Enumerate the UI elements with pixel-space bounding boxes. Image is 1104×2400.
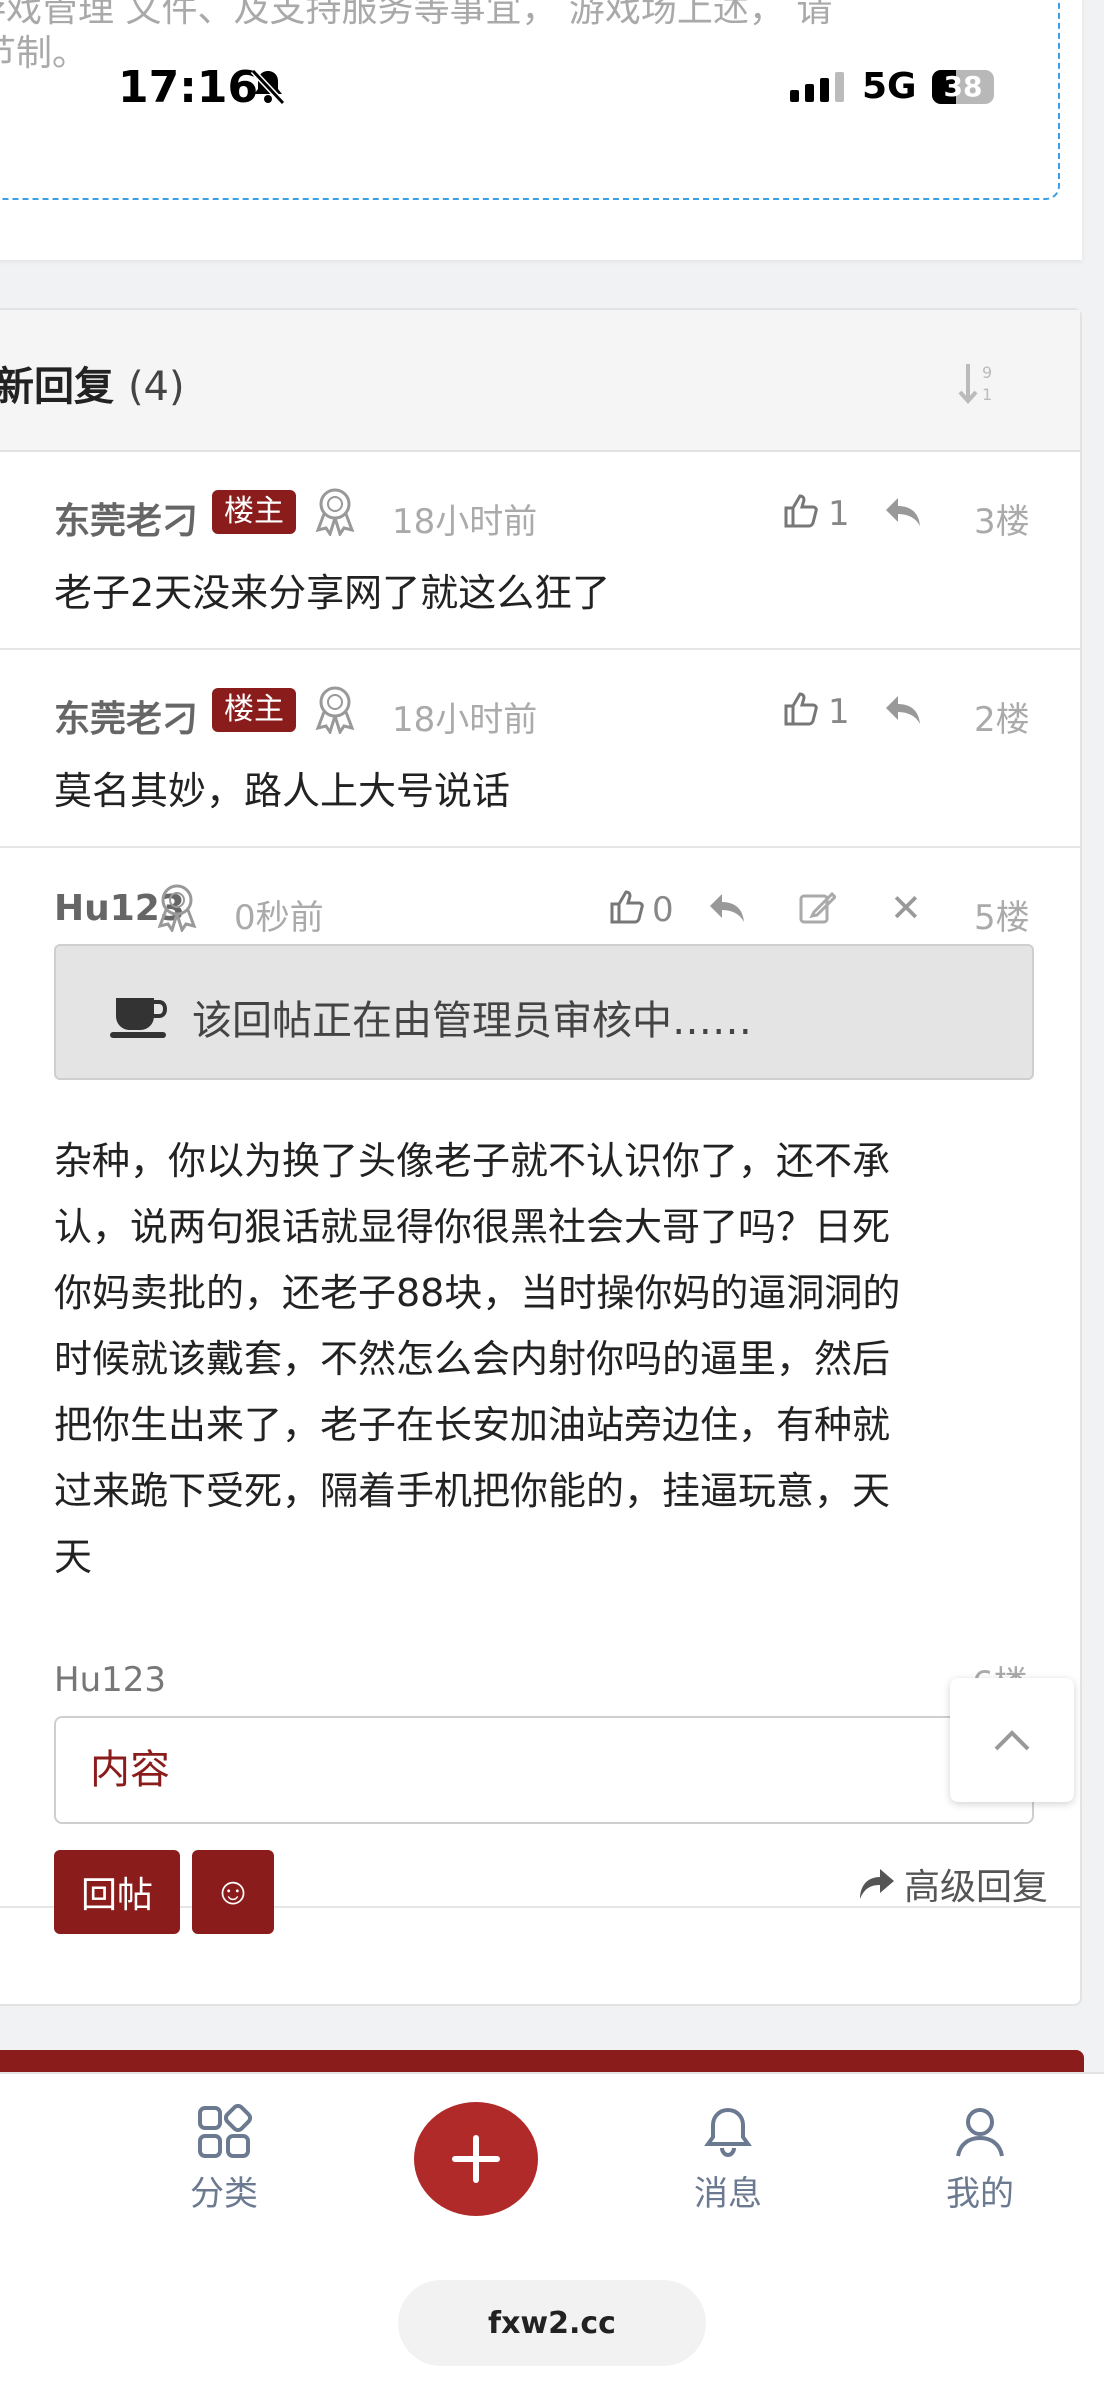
post-content: 莫名其妙，路人上大号说话 [54, 769, 511, 813]
submit-reply-button[interactable]: 回帖 [54, 1850, 180, 1934]
svg-text:9: 9 [982, 363, 992, 382]
medal-icon [157, 884, 197, 932]
bell-off-icon [250, 68, 286, 106]
post-new-button[interactable] [414, 2102, 538, 2216]
op-badge: 楼主 [212, 688, 296, 732]
share-arrow-icon [860, 1869, 894, 1899]
notice-card: 游戏管理 文件、及支持服务等事宜， 游戏场上述， 请 节制。 [0, 0, 1082, 260]
advanced-reply-label: 高级回复 [904, 1867, 1049, 1908]
notice-text-line2: 节制。 [0, 33, 89, 74]
notice-text-line1: 游戏管理 文件、及支持服务等事宜， 游戏场上述， 请 [0, 0, 833, 30]
reply-content-input[interactable] [54, 1716, 1034, 1824]
back-to-top-button[interactable] [950, 1678, 1074, 1802]
sort-icon[interactable]: 9 1 [954, 358, 1004, 408]
post-time: 18小时前 [392, 502, 538, 542]
svg-text:1: 1 [982, 385, 992, 404]
content-line: 过来跪下受死，隔着手机把你能的，挂逼玩意，天 [54, 1469, 891, 1513]
signal-icon [790, 72, 844, 102]
content-line: 你妈卖批的，还老子88块，当时操你妈的逼洞洞的 [54, 1271, 901, 1315]
emoji-button[interactable]: ☺ [192, 1850, 274, 1934]
post-time: 18小时前 [392, 700, 538, 740]
medal-icon [315, 686, 355, 734]
coffee-cup-icon [110, 998, 168, 1038]
thumbs-up-icon[interactable] [782, 492, 820, 530]
grid-icon [198, 2104, 252, 2158]
reply-post-2: 东莞老刁 楼主 18小时前 1 2楼 莫名其妙，路人上大号说话 [0, 650, 1080, 848]
reply-arrow-icon[interactable] [882, 692, 924, 728]
post-content: 老子2天没来分享网了就这么狂了 [54, 571, 611, 615]
content-line: 把你生出来了，老子在长安加油站旁边住，有种就 [54, 1403, 891, 1447]
floor-number: 2楼 [974, 700, 1030, 740]
nav-home[interactable]: 页 [0, 2160, 26, 2209]
plus-icon [452, 2135, 500, 2183]
battery-icon: 38 [932, 70, 994, 104]
nav-category[interactable]: 分类 [164, 2104, 284, 2215]
post-author[interactable]: 东莞老刁 [54, 690, 198, 742]
nav-messages-label: 消息 [694, 2174, 762, 2214]
battery-level: 38 [943, 70, 983, 103]
thumbs-up-icon[interactable] [608, 888, 646, 926]
review-notice-text: 该回帖正在由管理员审核中…… [192, 998, 752, 1044]
floor-number: 3楼 [974, 502, 1030, 542]
network-type: 5G [862, 66, 917, 107]
reply-arrow-icon[interactable] [882, 494, 924, 530]
post-time: 0秒前 [234, 898, 324, 938]
review-notice: 该回帖正在由管理员审核中…… [54, 944, 1034, 1080]
status-time: 17:16 [118, 62, 259, 113]
like-count: 1 [828, 692, 850, 732]
reply-card: 新回复 (4) 9 1 东莞老刁 楼主 18小时前 1 3楼 老子2天没来分享网… [0, 308, 1082, 2006]
reply-title-text: 新回复 [0, 364, 114, 410]
medal-icon [315, 488, 355, 536]
reply-count: (4) [127, 364, 185, 410]
post-content: 杂种，你以为换了头像老子就不认识你了，还不承 认，说两句狠话就显得你很黑社会大哥… [54, 1128, 1054, 1590]
post-author[interactable]: 东莞老刁 [54, 492, 198, 544]
like-count: 1 [828, 494, 850, 534]
nav-category-label: 分类 [190, 2174, 258, 2214]
content-line: 认，说两句狠话就显得你很黑社会大哥了吗？日死 [54, 1205, 891, 1249]
delete-icon[interactable]: ✕ [890, 886, 922, 930]
reply-title: 新回复 (4) [0, 354, 185, 412]
user-icon [956, 2108, 1004, 2157]
reply-header: 新回复 (4) 9 1 [0, 310, 1080, 452]
bottom-nav: 页 分类 消息 我的 fxw2.cc [0, 2072, 1104, 2400]
bell-icon [704, 2107, 752, 2158]
chevron-up-icon [994, 1730, 1030, 1751]
nav-messages[interactable]: 消息 [668, 2104, 788, 2215]
like-count: 0 [652, 890, 674, 930]
content-line: 时候就该戴套，不然怎么会内射你吗的逼里，然后 [54, 1337, 891, 1381]
thumbs-up-icon[interactable] [782, 690, 820, 728]
op-badge: 楼主 [212, 490, 296, 534]
reply-arrow-icon[interactable] [706, 890, 748, 926]
advanced-reply-link[interactable]: 高级回复 [858, 1858, 1048, 1910]
content-line: 天 [54, 1535, 93, 1579]
floor-number: 5楼 [974, 898, 1030, 938]
nav-mine[interactable]: 我的 [920, 2104, 1040, 2215]
nav-mine-label: 我的 [946, 2174, 1014, 2214]
reply-post-1: 东莞老刁 楼主 18小时前 1 3楼 老子2天没来分享网了就这么狂了 [0, 452, 1080, 650]
content-line: 杂种，你以为换了头像老子就不认识你了，还不承 [54, 1139, 891, 1183]
url-bar[interactable]: fxw2.cc [398, 2280, 706, 2366]
reply-form-username: Hu123 [54, 1660, 167, 1700]
edit-icon[interactable] [798, 888, 836, 926]
